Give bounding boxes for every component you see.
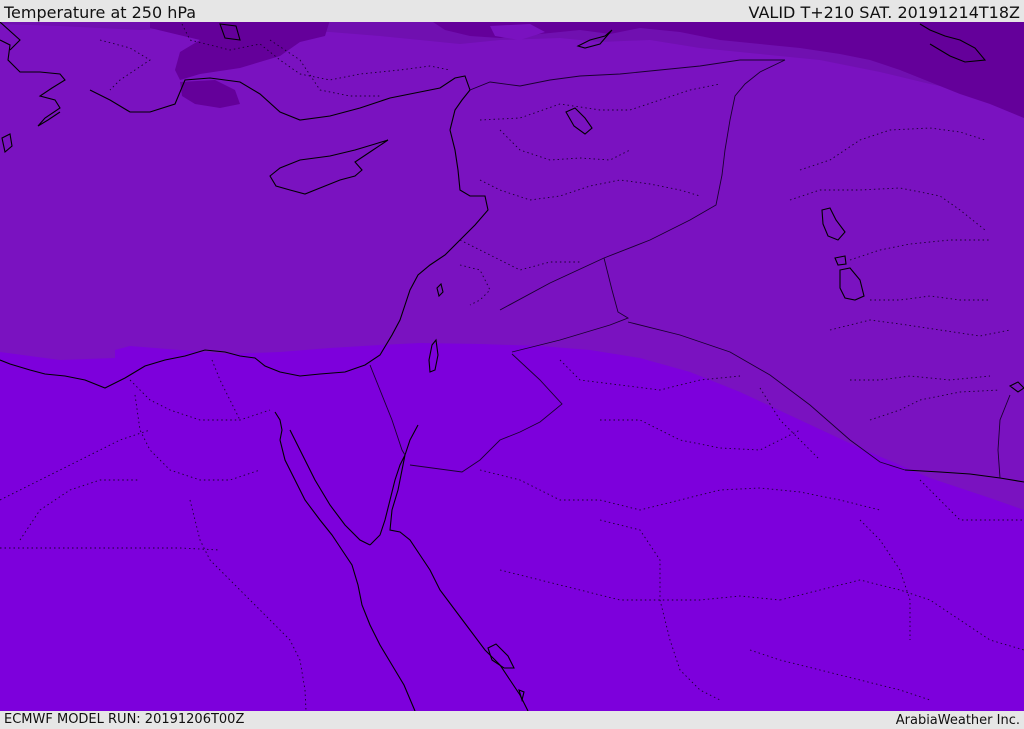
- provider-credit: ArabiaWeather Inc.: [895, 713, 1020, 728]
- weather-map: [0, 19, 1024, 712]
- valid-time-label: VALID T+210 SAT. 20191214T18Z: [748, 3, 1020, 22]
- map-frame: Temperature at 250 hPa VALID T+210 SAT. …: [0, 0, 1024, 729]
- model-run-label: ECMWF MODEL RUN: 20191206T00Z: [4, 712, 245, 727]
- map-title: Temperature at 250 hPa: [4, 3, 197, 22]
- footer-bar: ECMWF MODEL RUN: 20191206T00Z ArabiaWeat…: [0, 711, 1024, 729]
- header-bar: Temperature at 250 hPa VALID T+210 SAT. …: [0, 0, 1024, 22]
